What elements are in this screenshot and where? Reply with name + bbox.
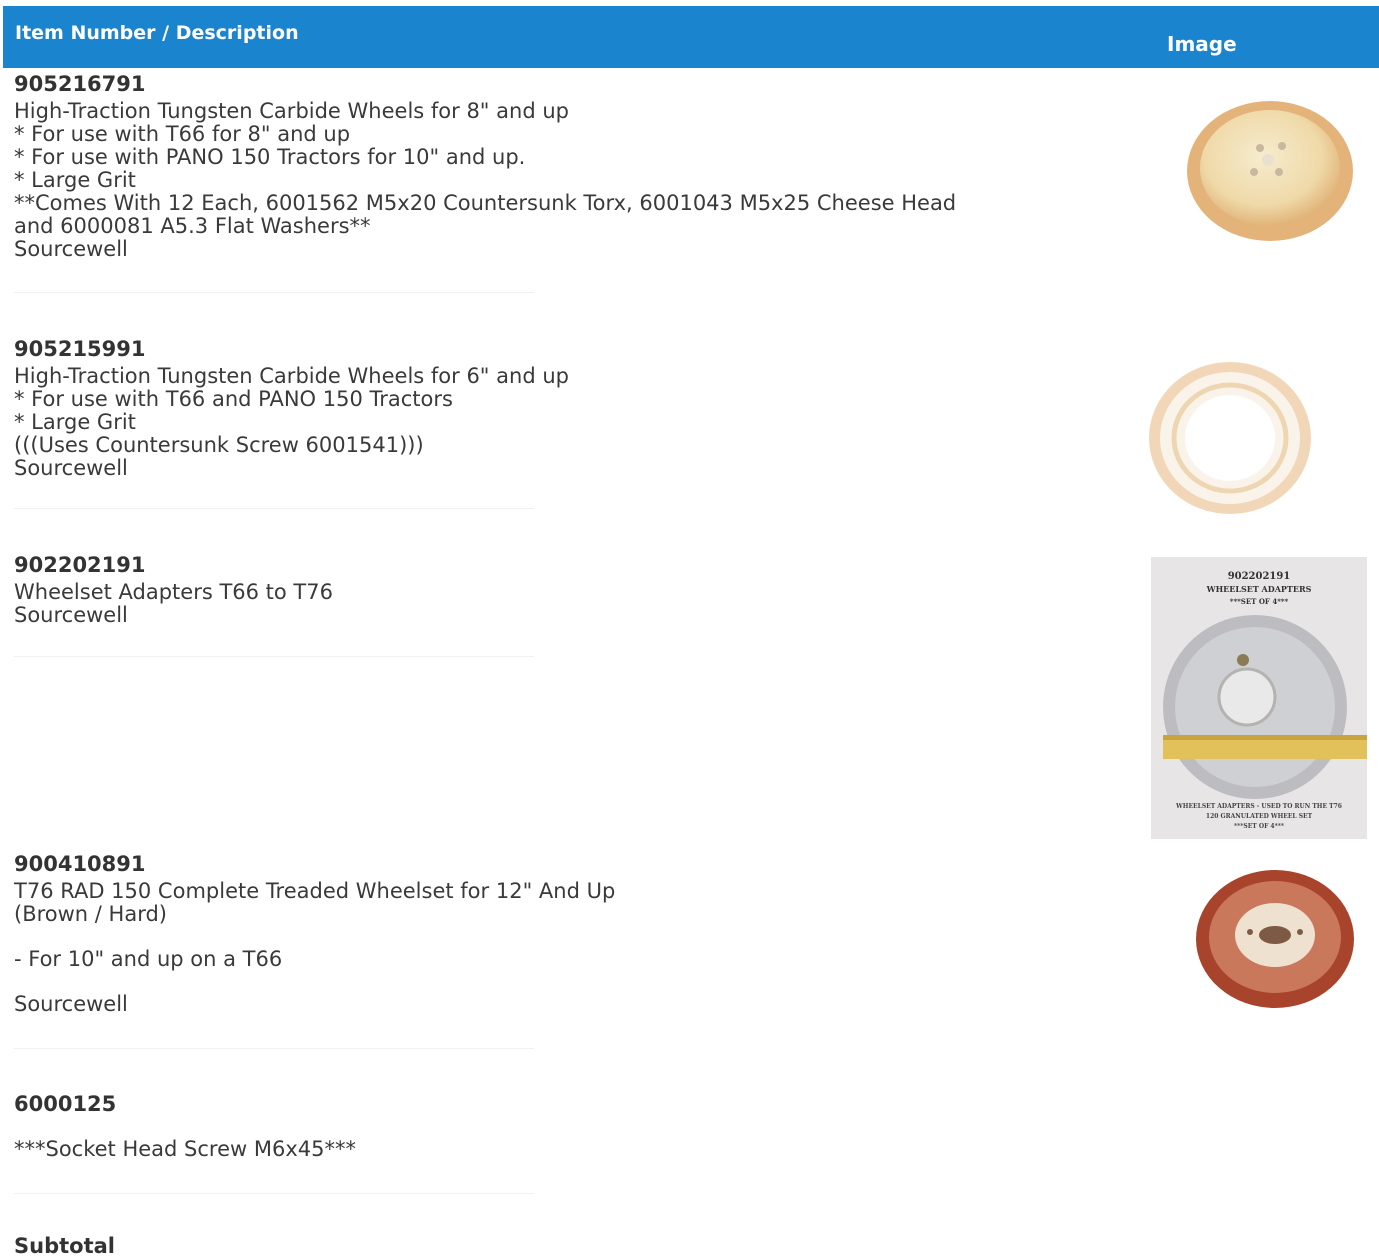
- item-description-line: (Brown / Hard): [14, 902, 167, 926]
- item-description-line: * Large Grit: [14, 410, 136, 434]
- item-vendor: Sourcewell: [14, 237, 128, 261]
- item-description-line: High-Traction Tungsten Carbide Wheels fo…: [14, 364, 569, 388]
- product-image-carbide-wheel-8in: [1187, 101, 1353, 241]
- table-header: Item Number / Description Image: [3, 6, 1379, 68]
- item-row: 905216791 High-Traction Tungsten Carbide…: [14, 72, 1014, 261]
- item-row: 902202191 Wheelset Adapters T66 to T76 S…: [14, 553, 1014, 627]
- item-vendor: Sourcewell: [14, 603, 128, 627]
- item-number: 900410891: [14, 852, 146, 876]
- column-header-description: Item Number / Description: [15, 22, 299, 44]
- subtotal-label: Subtotal: [14, 1234, 115, 1258]
- item-description-line: Wheelset Adapters T66 to T76: [14, 580, 333, 604]
- product-image-carbide-wheel-6in: [1149, 362, 1311, 514]
- image-caption-bottom: 120 GRANULATED WHEEL SET: [1206, 813, 1313, 820]
- item-description-line: * Large Grit: [14, 168, 136, 192]
- item-vendor: Sourcewell: [14, 992, 128, 1016]
- item-description-line: * For use with T66 and PANO 150 Tractors: [14, 387, 453, 411]
- image-caption-bottom: WHEELSET ADAPTERS - USED TO RUN THE T76: [1175, 803, 1342, 810]
- item-number: 905216791: [14, 72, 146, 96]
- item-description-line: High-Traction Tungsten Carbide Wheels fo…: [14, 99, 569, 123]
- item-row: 6000125 ***Socket Head Screw M6x45***: [14, 1092, 1014, 1161]
- row-separator: [14, 508, 534, 509]
- item-number: 902202191: [14, 553, 146, 577]
- row-separator: [14, 292, 534, 293]
- item-description-line: and 6000081 A5.3 Flat Washers**: [14, 214, 371, 238]
- item-row: 905215991 High-Traction Tungsten Carbide…: [14, 337, 1014, 480]
- item-description-line: T76 RAD 150 Complete Treaded Wheelset fo…: [14, 879, 616, 903]
- image-caption-bottom: ***SET OF 4***: [1234, 823, 1284, 830]
- product-image-wheelset-adapters: 902202191 WHEELSET ADAPTERS ***SET OF 4*…: [1151, 557, 1367, 839]
- image-caption-top: WHEELSET ADAPTERS: [1206, 584, 1312, 594]
- item-description-line: (((Uses Countersunk Screw 6001541))): [14, 433, 424, 457]
- image-caption-top: ***SET OF 4***: [1230, 597, 1289, 606]
- item-number: 905215991: [14, 337, 146, 361]
- item-description-line: * For use with PANO 150 Tractors for 10"…: [14, 145, 526, 169]
- item-description-line: * For use with T66 for 8" and up: [14, 122, 351, 146]
- image-caption-top: 902202191: [1228, 571, 1291, 582]
- item-description-line: ***Socket Head Screw M6x45***: [14, 1137, 356, 1161]
- item-description-line: **Comes With 12 Each, 6001562 M5x20 Coun…: [14, 191, 957, 215]
- item-number: 6000125: [14, 1092, 117, 1116]
- item-description-line: - For 10" and up on a T66: [14, 947, 283, 971]
- item-row: 900410891 T76 RAD 150 Complete Treaded W…: [14, 852, 1014, 1016]
- product-image-treaded-wheelset: [1196, 870, 1354, 1008]
- item-vendor: Sourcewell: [14, 456, 128, 480]
- column-header-image: Image: [1167, 32, 1237, 56]
- row-separator: [14, 656, 534, 657]
- row-separator: [14, 1193, 534, 1194]
- row-separator: [14, 1048, 534, 1049]
